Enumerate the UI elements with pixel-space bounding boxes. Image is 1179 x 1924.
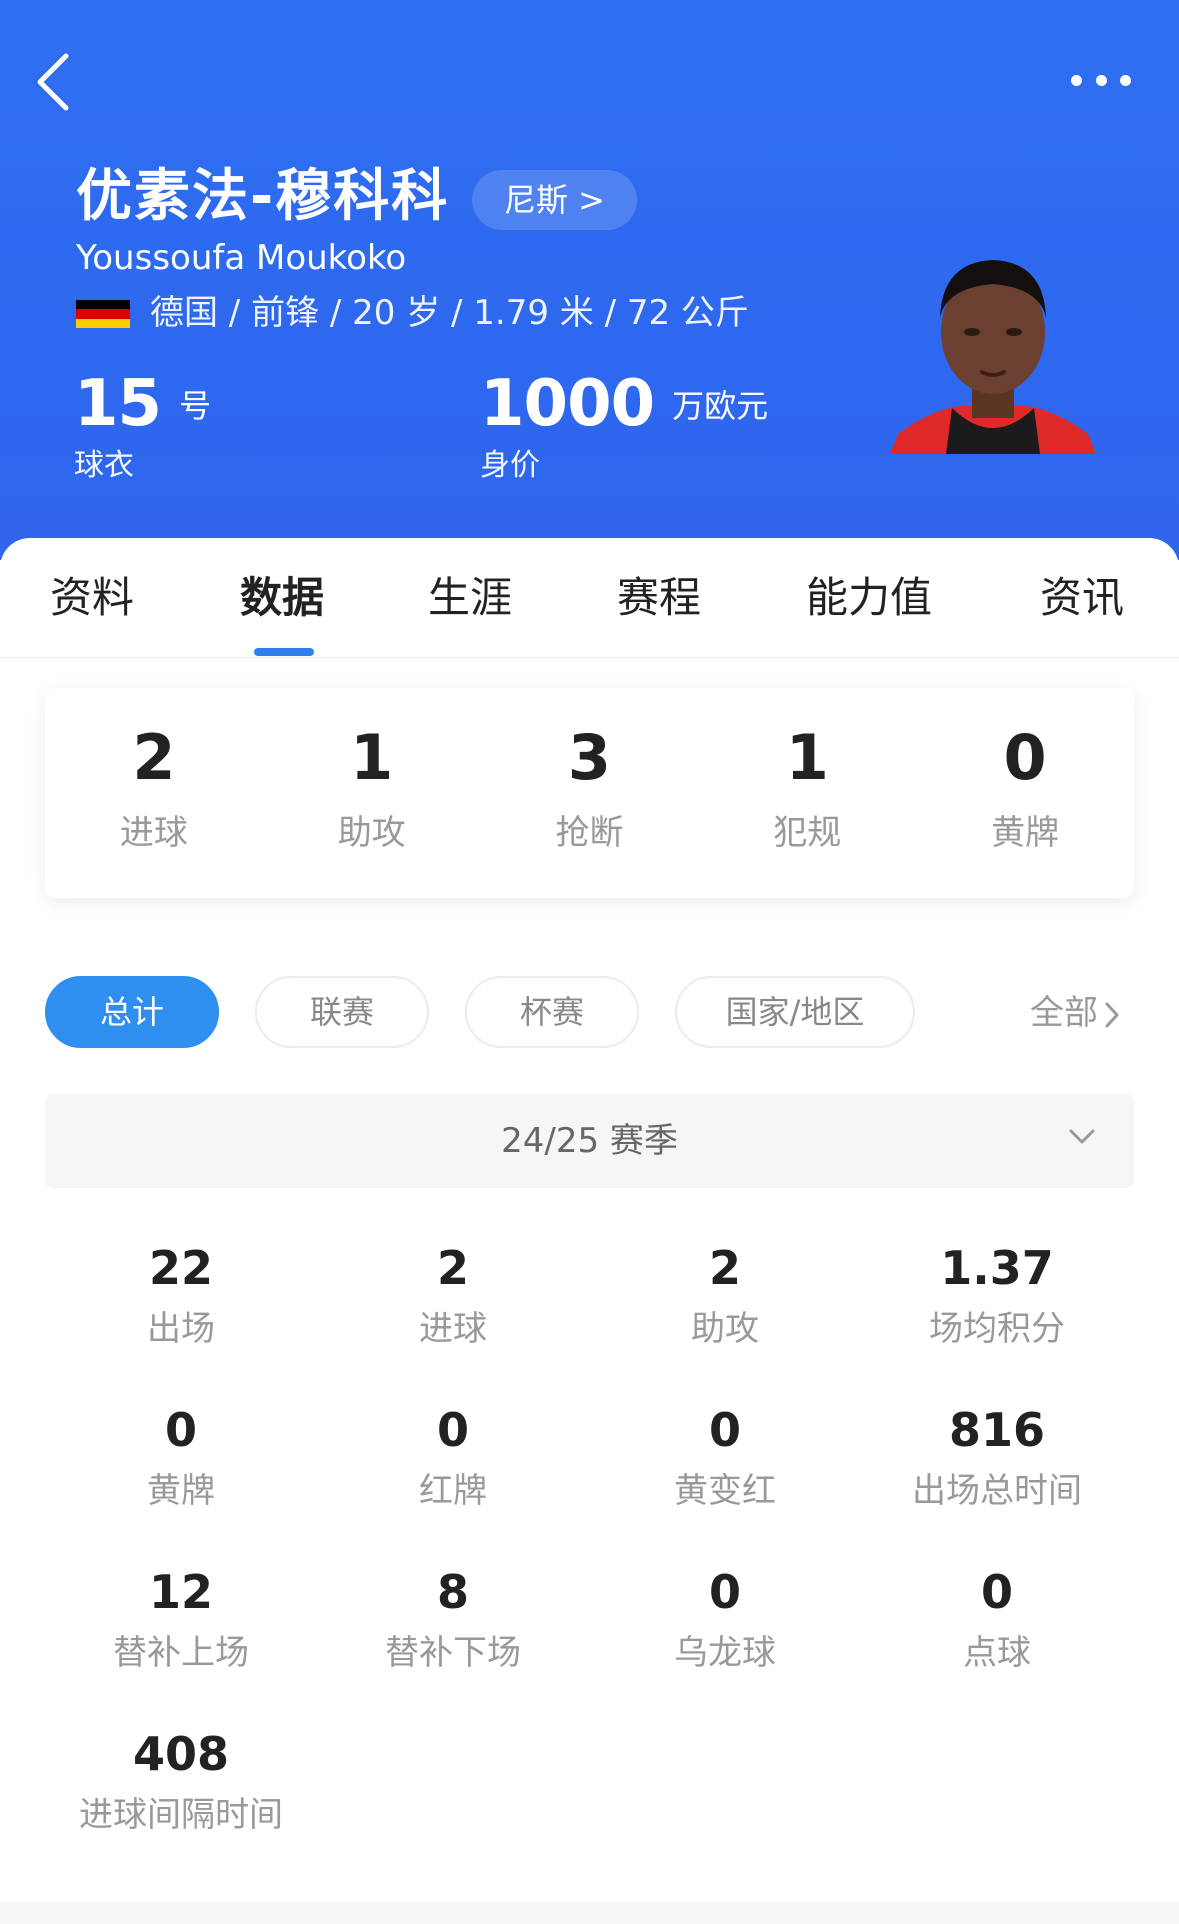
summary-label: 犯规 xyxy=(773,813,842,853)
stat-item: 2 进球 xyxy=(317,1238,589,1354)
summary-label: 黄牌 xyxy=(991,813,1060,853)
content-card: 资料 数据 生涯 赛程 能力值 资讯 2 进球 1 助攻 3 抢断 1 犯规 0… xyxy=(0,538,1179,1924)
more-button[interactable] xyxy=(1071,70,1131,90)
stat-value: 12 xyxy=(148,1565,213,1619)
tab-data[interactable]: 数据 xyxy=(240,568,324,628)
stat-label: 点球 xyxy=(963,1633,1031,1673)
stat-value: 0 xyxy=(708,1403,741,1457)
stat-item: 816 出场总时间 xyxy=(861,1400,1133,1516)
chevron-right-icon xyxy=(1105,1002,1119,1027)
summary-item: 3 抢断 xyxy=(481,688,699,898)
stat-label: 出场 xyxy=(147,1309,215,1349)
tab-profile[interactable]: 资料 xyxy=(50,568,134,628)
player-bio: 德国 / 前锋 / 20 岁 / 1.79 米 / 72 公斤 xyxy=(150,293,749,333)
stat-item: 0 点球 xyxy=(861,1562,1133,1678)
stat-label: 红牌 xyxy=(419,1471,487,1511)
stat-value: 1.37 xyxy=(940,1241,1054,1295)
stat-label: 助攻 xyxy=(691,1309,759,1349)
back-button[interactable] xyxy=(34,50,74,114)
stat-item: 12 替补上场 xyxy=(45,1562,317,1678)
stat-value: 0 xyxy=(980,1565,1013,1619)
summary-item: 0 黄牌 xyxy=(916,688,1134,898)
summary-value: 2 xyxy=(132,721,176,794)
market-value-stat: 1000 万欧元 身价 xyxy=(480,364,768,486)
stat-label: 替补上场 xyxy=(113,1633,249,1673)
summary-value: 1 xyxy=(785,721,829,794)
stat-label: 进球 xyxy=(419,1309,487,1349)
summary-label: 抢断 xyxy=(555,813,624,853)
tab-schedule[interactable]: 赛程 xyxy=(617,568,701,628)
summary-item: 1 助攻 xyxy=(263,688,481,898)
chevron-down-icon xyxy=(1069,1129,1095,1144)
jersey-number: 15 xyxy=(74,367,162,441)
all-filter-label: 全部 xyxy=(1030,993,1098,1033)
stat-item: 1.37 场均积分 xyxy=(861,1238,1133,1354)
market-value-number: 1000 xyxy=(480,367,655,441)
germany-flag-icon xyxy=(76,300,130,328)
filter-cup[interactable]: 杯赛 xyxy=(465,976,639,1048)
summary-item: 2 进球 xyxy=(45,688,263,898)
season-selector[interactable]: 24/25 赛季 xyxy=(45,1094,1134,1188)
stat-item: 0 黄牌 xyxy=(45,1400,317,1516)
filter-national[interactable]: 国家/地区 xyxy=(675,976,915,1048)
player-photo xyxy=(890,260,1096,454)
stat-label: 进球间隔时间 xyxy=(79,1795,283,1835)
summary-label: 进球 xyxy=(119,813,188,853)
stat-label: 替补下场 xyxy=(385,1633,521,1673)
market-value-label: 身价 xyxy=(480,448,540,483)
stat-item: 0 黄变红 xyxy=(589,1400,861,1516)
player-header: 优素法-穆科科 尼斯 > Youssoufa Moukoko 德国 / 前锋 /… xyxy=(0,0,1179,560)
stat-item: 0 红牌 xyxy=(317,1400,589,1516)
stat-label: 出场总时间 xyxy=(912,1471,1082,1511)
stat-value: 2 xyxy=(436,1241,469,1295)
stat-value: 2 xyxy=(708,1241,741,1295)
filter-league[interactable]: 联赛 xyxy=(255,976,429,1048)
stat-item: 408 进球间隔时间 xyxy=(45,1724,317,1840)
all-filter-link[interactable]: 全部 xyxy=(1030,988,1120,1038)
summary-label: 助攻 xyxy=(337,813,406,853)
tab-career[interactable]: 生涯 xyxy=(428,568,512,628)
jersey-stat: 15 号 球衣 xyxy=(74,364,211,486)
stat-item: 2 助攻 xyxy=(589,1238,861,1354)
stat-label: 黄牌 xyxy=(147,1471,215,1511)
stat-value: 22 xyxy=(148,1241,213,1295)
stat-value: 8 xyxy=(436,1565,469,1619)
chevron-left-icon xyxy=(37,53,69,111)
stat-value: 0 xyxy=(708,1565,741,1619)
more-horizontal-icon xyxy=(1071,74,1082,86)
summary-value: 1 xyxy=(350,721,394,794)
summary-item: 1 犯规 xyxy=(698,688,916,898)
player-name-cn: 优素法-穆科科 xyxy=(76,164,450,229)
stat-label: 乌龙球 xyxy=(674,1633,776,1673)
stat-item: 0 乌龙球 xyxy=(589,1562,861,1678)
jersey-unit: 号 xyxy=(179,387,212,425)
team-link[interactable]: 尼斯 > xyxy=(472,170,637,230)
bottom-divider xyxy=(0,1902,1179,1924)
stat-value: 408 xyxy=(132,1727,230,1781)
summary-card: 2 进球 1 助攻 3 抢断 1 犯规 0 黄牌 xyxy=(45,688,1134,898)
summary-value: 0 xyxy=(1003,721,1047,794)
stat-label: 黄变红 xyxy=(674,1471,776,1511)
tab-bar: 资料 数据 生涯 赛程 能力值 资讯 xyxy=(0,538,1179,658)
jersey-label: 球衣 xyxy=(74,448,134,483)
stat-value: 816 xyxy=(948,1403,1046,1457)
stat-value: 0 xyxy=(436,1403,469,1457)
season-label: 24/25 赛季 xyxy=(501,1121,678,1161)
stat-value: 0 xyxy=(164,1403,197,1457)
stat-item: 8 替补下场 xyxy=(317,1562,589,1678)
filter-total[interactable]: 总计 xyxy=(45,976,219,1048)
tab-news[interactable]: 资讯 xyxy=(1040,568,1124,628)
market-value-unit: 万欧元 xyxy=(672,387,769,425)
stat-label: 场均积分 xyxy=(929,1309,1065,1349)
summary-value: 3 xyxy=(567,721,612,794)
stat-item: 22 出场 xyxy=(45,1238,317,1354)
player-name-en: Youssoufa Moukoko xyxy=(76,238,407,278)
tab-ability[interactable]: 能力值 xyxy=(806,568,932,628)
active-tab-indicator xyxy=(254,648,314,656)
